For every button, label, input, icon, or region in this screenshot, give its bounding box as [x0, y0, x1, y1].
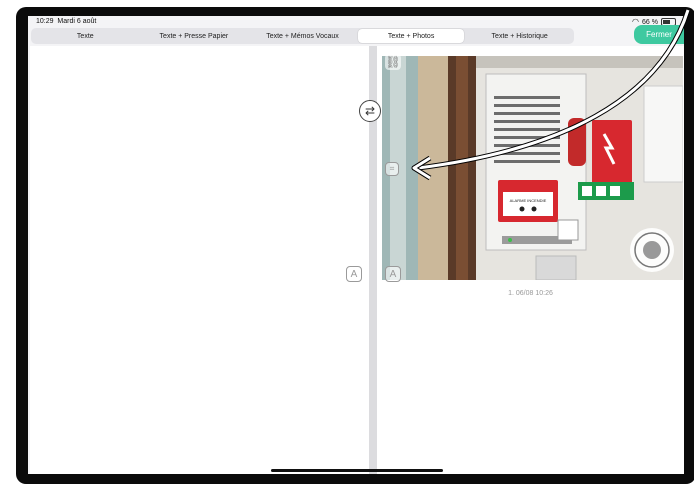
live-text-icon[interactable]: ⌗ [385, 162, 399, 176]
status-time-date: 10:29 Mardi 6 août [36, 18, 96, 25]
tab-texte-photos[interactable]: Texte + Photos [357, 29, 465, 43]
link-icon[interactable]: ⛓ [385, 54, 401, 70]
tab-texte-memos-vocaux[interactable]: Texte + Mémos Vocaux [249, 29, 356, 43]
home-indicator [271, 469, 443, 472]
photo-caption: 1. 06/08 10:26 [508, 290, 553, 297]
swap-arrows-icon[interactable]: ⇄ [359, 100, 381, 122]
left-text-format-icon[interactable]: A [346, 266, 362, 282]
mode-segmented-control: Texte Texte + Presse Papier Texte + Mémo… [31, 28, 574, 44]
tab-texte[interactable]: Texte [32, 29, 139, 43]
status-bar: 10:29 Mardi 6 août ◠ 66 % [28, 16, 684, 28]
app-screen: 10:29 Mardi 6 août ◠ 66 % Texte Texte + … [28, 16, 684, 474]
photo-thumbnail[interactable]: ALARME INCENDIE [382, 56, 683, 280]
text-editor-pane[interactable] [30, 46, 369, 474]
tab-texte-presse-papier[interactable]: Texte + Presse Papier [141, 29, 248, 43]
status-date: Mardi 6 août [57, 18, 97, 25]
status-time: 10:29 [36, 18, 54, 25]
text-format-icon[interactable]: A [385, 266, 401, 282]
photo-image: ALARME INCENDIE [382, 56, 683, 280]
tab-texte-historique[interactable]: Texte + Historique [466, 29, 573, 43]
sign-text: ALARME INCENDIE [510, 198, 547, 203]
close-button[interactable]: Fermer [634, 25, 684, 44]
